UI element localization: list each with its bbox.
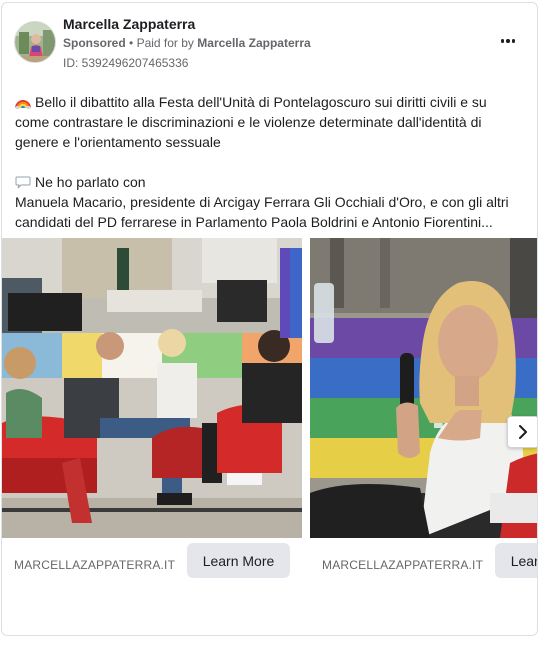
carousel-footer: MARCELLAZAPPATERRA.IT Learn More [2, 538, 302, 588]
carousel-caption[interactable]: MARCELLAZAPPATERRA.IT [322, 558, 483, 572]
carousel-card[interactable]: P MARCELLAZAPPATERRA.IT [310, 238, 537, 588]
chevron-right-icon [519, 425, 527, 439]
body-line: Bello il dibattito alla Festa dell'Unità… [15, 92, 527, 112]
paid-for-prefix: Paid for by [136, 36, 194, 50]
learn-more-button[interactable]: Learn More [495, 543, 537, 578]
sponsored-label: Sponsored [63, 36, 126, 50]
carousel-image[interactable]: P [310, 238, 537, 538]
body-line: Ne ho parlato con [15, 172, 527, 192]
more-horizontal-icon [500, 39, 505, 43]
carousel-card[interactable]: MARCELLAZAPPATERRA.IT Learn More [2, 238, 302, 588]
ad-card: Marcella Zappaterra Sponsored • Paid for… [1, 2, 538, 636]
body-line: genere e l'orientamento sessuale [15, 134, 221, 150]
carousel-image[interactable] [2, 238, 302, 538]
body-line: Manuela Macario, presidente di Arcigay F… [15, 194, 509, 210]
ad-id: ID: 5392496207465336 [63, 56, 189, 70]
rainbow-emoji-icon [15, 100, 31, 109]
carousel-footer: MARCELLAZAPPATERRA.IT Learn More [310, 538, 537, 588]
carousel-caption[interactable]: MARCELLAZAPPATERRA.IT [14, 558, 175, 572]
advertiser-name[interactable]: Marcella Zappaterra [63, 16, 195, 32]
advertiser-avatar[interactable] [14, 21, 56, 63]
body-line: come contrastare le discriminazioni e le… [15, 114, 482, 130]
paid-for-name: Marcella Zappaterra [197, 36, 311, 50]
more-options-button[interactable] [496, 31, 520, 51]
ad-carousel: MARCELLAZAPPATERRA.IT Learn More P [2, 238, 537, 588]
speech-bubble-emoji-icon [15, 176, 31, 189]
separator-dot: • [129, 36, 134, 50]
ad-body-text: Bello il dibattito alla Festa dell'Unità… [15, 92, 527, 232]
sponsored-line: Sponsored • Paid for by Marcella Zappate… [63, 36, 311, 50]
learn-more-button[interactable]: Learn More [187, 543, 290, 578]
carousel-next-button[interactable] [507, 416, 537, 448]
body-line: candidati del PD ferrarese in Parlamento… [15, 214, 493, 230]
